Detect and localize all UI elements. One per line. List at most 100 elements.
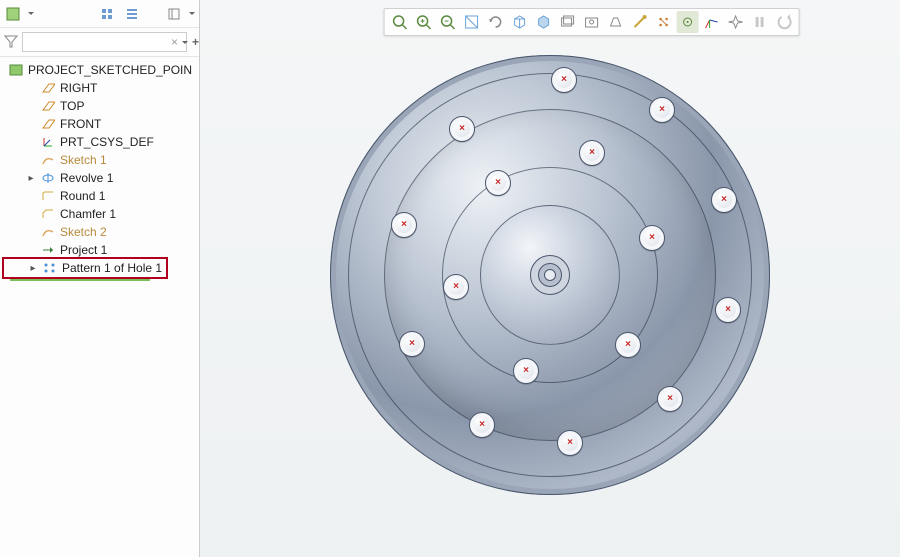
view-toolbar	[384, 8, 800, 36]
hub-hole	[544, 269, 556, 281]
tree-label: Pattern 1 of Hole 1	[62, 261, 162, 275]
dropdown-icon	[28, 12, 34, 15]
hole-boss[interactable]: ×	[449, 116, 475, 142]
tree-item-front[interactable]: FRONT	[2, 115, 199, 133]
tree-insert-indicator[interactable]	[10, 279, 150, 281]
tree-label: FRONT	[60, 117, 101, 131]
tree-collapse-icon[interactable]	[123, 5, 141, 23]
tree-file-icon[interactable]	[4, 5, 22, 23]
tree-filter-row: × +	[0, 28, 199, 57]
tree-label: Sketch 1	[60, 153, 107, 167]
hole-mark-icon: ×	[523, 366, 529, 376]
saved-orient-icon[interactable]	[557, 11, 579, 33]
tree-item-chamfer[interactable]: Chamfer 1	[2, 205, 199, 223]
hole-mark-icon: ×	[667, 394, 673, 404]
named-views-icon[interactable]	[509, 11, 531, 33]
hole-boss[interactable]: ×	[639, 225, 665, 251]
zoom-in-icon[interactable]	[413, 11, 435, 33]
tree-item-project[interactable]: Project 1	[2, 241, 199, 259]
tree-item-sketch1[interactable]: Sketch 1	[2, 151, 199, 169]
hole-boss[interactable]: ×	[579, 140, 605, 166]
pattern-icon	[42, 261, 58, 275]
sketch-icon	[40, 225, 56, 239]
hole-mark-icon: ×	[495, 178, 501, 188]
project-icon	[40, 243, 56, 257]
hole-mark-icon: ×	[401, 220, 407, 230]
tree-label: PRT_CSYS_DEF	[60, 135, 154, 149]
hole-mark-icon: ×	[453, 282, 459, 292]
add-filter-icon[interactable]: +	[192, 35, 199, 49]
hole-boss[interactable]: ×	[551, 67, 577, 93]
datum-plane-icon	[40, 117, 56, 131]
datum-plane-icon	[40, 81, 56, 95]
tree-label: Project 1	[60, 243, 107, 257]
hole-mark-icon: ×	[561, 75, 567, 85]
datum-plane-icon	[40, 99, 56, 113]
hole-mark-icon: ×	[589, 148, 595, 158]
tree-item-csys[interactable]: PRT_CSYS_DEF	[2, 133, 199, 151]
tree-filter-input[interactable]	[22, 32, 187, 52]
model-tree: PROJECT_SKETCHED_POIN RIGHT TOP FRONT PR…	[0, 57, 199, 281]
expand-icon[interactable]: ▸	[26, 173, 36, 184]
tree-item-round[interactable]: Round 1	[2, 187, 199, 205]
hole-mark-icon: ×	[725, 305, 731, 315]
chamfer-icon	[40, 207, 56, 221]
filter-icon[interactable]	[4, 34, 18, 50]
hole-boss[interactable]: ×	[469, 412, 495, 438]
hole-boss[interactable]: ×	[391, 212, 417, 238]
render-icon[interactable]	[629, 11, 651, 33]
hole-boss[interactable]: ×	[485, 170, 511, 196]
tree-item-right[interactable]: RIGHT	[2, 79, 199, 97]
tree-label: TOP	[60, 99, 84, 113]
tree-root[interactable]: PROJECT_SKETCHED_POIN	[2, 61, 199, 79]
model-part[interactable]: × × × × × × × × × × × × × × × ×	[330, 55, 770, 495]
tree-label: Round 1	[60, 189, 105, 203]
perspective-icon[interactable]	[605, 11, 627, 33]
hole-boss[interactable]: ×	[615, 332, 641, 358]
hole-boss[interactable]: ×	[513, 358, 539, 384]
sketch-icon	[40, 153, 56, 167]
tree-item-sketch2[interactable]: Sketch 2	[2, 223, 199, 241]
filter-dropdown-icon[interactable]	[182, 41, 188, 44]
hole-mark-icon: ×	[459, 124, 465, 134]
tree-toolbar	[0, 0, 199, 28]
refit-icon[interactable]	[389, 11, 411, 33]
revolve-icon	[40, 171, 56, 185]
hole-boss[interactable]: ×	[657, 386, 683, 412]
tree-root-label: PROJECT_SKETCHED_POIN	[28, 63, 192, 77]
repaint-icon[interactable]	[461, 11, 483, 33]
dropdown-icon	[189, 12, 195, 15]
datum-display-icon[interactable]	[677, 11, 699, 33]
explode-icon[interactable]	[725, 11, 747, 33]
round-icon	[40, 189, 56, 203]
hole-mark-icon: ×	[625, 340, 631, 350]
expand-icon[interactable]: ▸	[28, 263, 38, 274]
zoom-out-icon[interactable]	[437, 11, 459, 33]
stop-icon[interactable]	[773, 11, 795, 33]
tree-item-pattern-hole[interactable]: ▸ Pattern 1 of Hole 1	[4, 259, 166, 277]
hole-boss[interactable]: ×	[399, 331, 425, 357]
hole-boss[interactable]: ×	[649, 97, 675, 123]
tree-expand-icon[interactable]	[99, 5, 117, 23]
hole-mark-icon: ×	[721, 195, 727, 205]
hole-mark-icon: ×	[567, 438, 573, 448]
axis-display-icon[interactable]	[701, 11, 723, 33]
pause-icon[interactable]	[749, 11, 771, 33]
hole-mark-icon: ×	[409, 339, 415, 349]
graphics-viewport[interactable]: × × × × × × × × × × × × × × × ×	[200, 0, 900, 557]
part-icon	[8, 63, 24, 77]
hole-boss[interactable]: ×	[443, 274, 469, 300]
annotations-icon[interactable]	[653, 11, 675, 33]
tree-label: Chamfer 1	[60, 207, 116, 221]
hole-mark-icon: ×	[659, 105, 665, 115]
tree-item-revolve[interactable]: ▸ Revolve 1	[2, 169, 199, 187]
hole-boss[interactable]: ×	[711, 187, 737, 213]
tree-item-top[interactable]: TOP	[2, 97, 199, 115]
spin-center-icon[interactable]	[485, 11, 507, 33]
clear-filter-icon[interactable]: ×	[171, 35, 178, 49]
tree-settings-icon[interactable]	[165, 5, 183, 23]
display-style-icon[interactable]	[533, 11, 555, 33]
hole-boss[interactable]: ×	[557, 430, 583, 456]
image-capture-icon[interactable]	[581, 11, 603, 33]
hole-boss[interactable]: ×	[715, 297, 741, 323]
